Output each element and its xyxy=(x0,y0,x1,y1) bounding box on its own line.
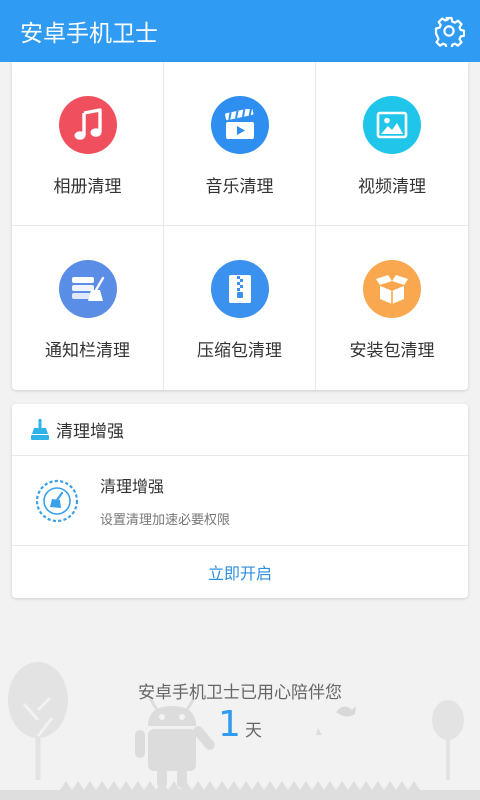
enhance-item-title: 清理增强 xyxy=(100,477,165,496)
clean-category-grid: 相册清理 音乐清理 视频清理 通知栏清理 压缩包清理 安装包清理 xyxy=(12,62,468,390)
companion-footer: 安卓手机卫士已用心陪伴您 1天 xyxy=(0,640,480,800)
open-box-icon xyxy=(363,260,421,318)
enable-now-button[interactable]: 立即开启 xyxy=(12,546,468,598)
zip-archive-icon xyxy=(210,260,269,318)
settings-button[interactable] xyxy=(432,14,466,48)
broom-icon xyxy=(31,418,49,440)
speed-dial-broom-icon xyxy=(35,479,79,522)
video-clapper-icon xyxy=(210,96,269,154)
tile-album-clean[interactable]: 相册清理 xyxy=(12,62,164,226)
days-unit: 天 xyxy=(244,721,262,741)
enhance-item-texts: 清理增强 设置清理加速必要权限 xyxy=(100,473,230,528)
tile-music-clean[interactable]: 音乐清理 xyxy=(164,62,316,226)
image-icon xyxy=(363,96,421,154)
tile-video-clean[interactable]: 视频清理 xyxy=(316,62,468,226)
app-bar: 安卓手机卫士 xyxy=(0,0,480,62)
tile-label: 音乐清理 xyxy=(205,177,274,197)
clean-enhance-item[interactable]: 清理增强 设置清理加速必要权限 xyxy=(12,456,468,546)
companion-text: 安卓手机卫士已用心陪伴您 xyxy=(138,683,342,703)
gear-icon xyxy=(434,16,465,47)
clean-enhance-card: 清理增强 清理增强 设置清理加速必要权限 立即开启 xyxy=(12,404,468,598)
tile-label: 视频清理 xyxy=(358,177,426,197)
enhance-card-header: 清理增强 xyxy=(12,404,468,456)
tile-apk-clean[interactable]: 安装包清理 xyxy=(316,226,468,390)
tile-label: 通知栏清理 xyxy=(45,341,130,361)
app-title: 安卓手机卫士 xyxy=(20,21,158,47)
enhance-header-title: 清理增强 xyxy=(56,422,124,442)
tile-notification-clean[interactable]: 通知栏清理 xyxy=(12,226,164,390)
tile-label: 安装包清理 xyxy=(349,341,435,361)
notification-broom-icon xyxy=(58,260,117,318)
days-value: 1 xyxy=(218,704,241,745)
music-note-icon xyxy=(58,96,117,154)
tile-zip-clean[interactable]: 压缩包清理 xyxy=(164,226,316,390)
enhance-item-subtitle: 设置清理加速必要权限 xyxy=(100,513,231,528)
tile-label: 压缩包清理 xyxy=(197,341,282,361)
tile-label: 相册清理 xyxy=(53,177,122,197)
days-counter: 1天 xyxy=(0,704,480,745)
